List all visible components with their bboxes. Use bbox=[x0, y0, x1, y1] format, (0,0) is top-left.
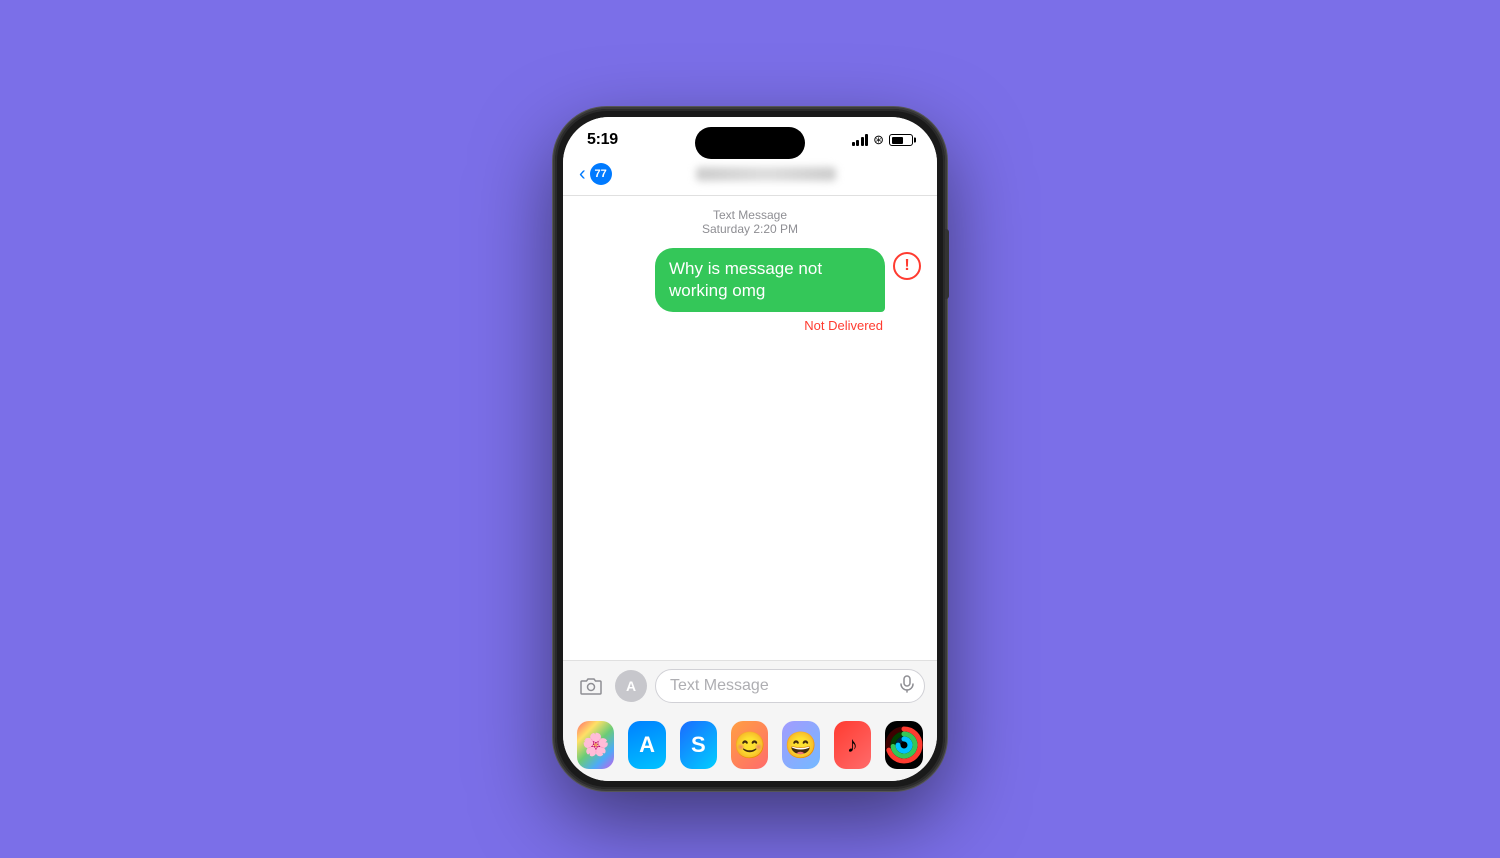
apps-icon: A bbox=[626, 678, 636, 694]
timestamp-label: Text Message bbox=[579, 208, 921, 222]
phone-mockup: 5:19 ⊛ bbox=[555, 109, 945, 789]
apps-button[interactable]: A bbox=[615, 670, 647, 702]
photos-icon: 🌸 bbox=[582, 732, 609, 758]
message-input[interactable]: Text Message bbox=[655, 669, 925, 703]
dock-app-shazam[interactable]: S bbox=[680, 721, 717, 769]
messages-area[interactable]: Text Message Saturday 2:20 PM Why is mes… bbox=[563, 196, 937, 660]
dock-app-activity[interactable] bbox=[885, 721, 923, 769]
status-icons: ⊛ bbox=[852, 132, 913, 148]
wifi-icon: ⊛ bbox=[873, 132, 884, 148]
back-chevron-icon: ‹ bbox=[579, 164, 586, 184]
contact-name bbox=[696, 167, 836, 181]
not-delivered-label: Not Delivered bbox=[579, 318, 921, 333]
dock-app-memoji2[interactable]: 😄 bbox=[782, 721, 819, 769]
dock: 🌸 A S 😊 😄 ♪ bbox=[563, 713, 937, 781]
dock-app-memoji1[interactable]: 😊 bbox=[731, 721, 768, 769]
phone-screen: 5:19 ⊛ bbox=[563, 117, 937, 781]
signal-bar-1 bbox=[852, 142, 855, 146]
back-button[interactable]: ‹ 77 bbox=[579, 163, 612, 185]
signal-bar-4 bbox=[865, 134, 868, 146]
message-bubble: Why is message not working omg bbox=[655, 248, 885, 312]
dock-app-appstore[interactable]: A bbox=[628, 721, 665, 769]
error-icon[interactable]: ! bbox=[893, 252, 921, 280]
activity-rings-icon bbox=[885, 726, 923, 764]
status-time: 5:19 bbox=[587, 131, 618, 149]
dynamic-island bbox=[695, 127, 805, 159]
phone-frame: 5:19 ⊛ bbox=[555, 109, 945, 789]
back-badge: 77 bbox=[590, 163, 612, 185]
message-row: Why is message not working omg ! bbox=[579, 248, 921, 312]
message-timestamp: Text Message Saturday 2:20 PM bbox=[579, 208, 921, 236]
memoji1-icon: 😊 bbox=[733, 730, 765, 761]
dock-app-photos[interactable]: 🌸 bbox=[577, 721, 614, 769]
message-placeholder: Text Message bbox=[670, 677, 769, 695]
signal-bar-2 bbox=[856, 140, 859, 146]
signal-bars-icon bbox=[852, 134, 869, 146]
shazam-icon: S bbox=[691, 732, 706, 758]
nav-bar: ‹ 77 bbox=[563, 157, 937, 196]
memoji2-icon: 😄 bbox=[785, 730, 817, 761]
dock-app-music[interactable]: ♪ bbox=[834, 721, 871, 769]
battery-icon bbox=[889, 134, 913, 146]
battery-fill bbox=[892, 137, 903, 144]
mic-button[interactable] bbox=[900, 675, 914, 698]
timestamp-date: Saturday 2:20 PM bbox=[579, 222, 921, 236]
battery-body bbox=[889, 134, 913, 146]
music-icon: ♪ bbox=[847, 732, 858, 758]
appstore-icon: A bbox=[639, 732, 655, 758]
error-exclamation-icon: ! bbox=[904, 258, 909, 274]
status-bar: 5:19 ⊛ bbox=[563, 117, 937, 157]
input-bar: A Text Message bbox=[563, 660, 937, 713]
contact-info bbox=[612, 167, 921, 181]
signal-bar-3 bbox=[861, 137, 864, 146]
camera-button[interactable] bbox=[575, 670, 607, 702]
